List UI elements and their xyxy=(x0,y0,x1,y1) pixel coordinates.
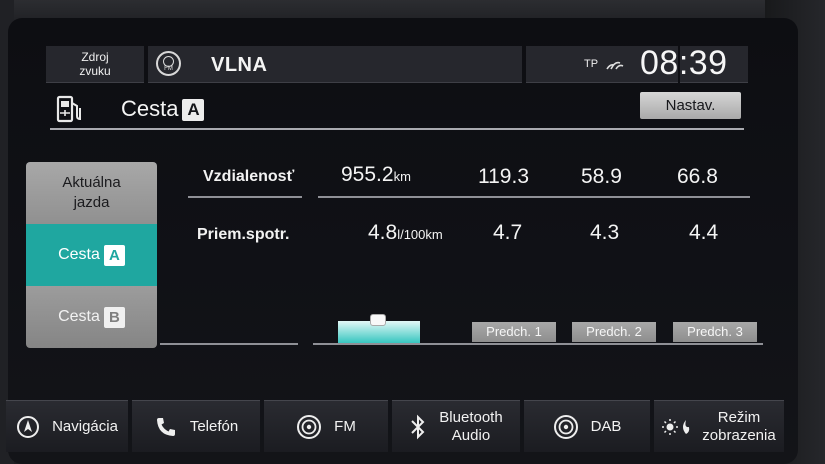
nav-label-bluetooth-audio: Bluetooth Audio xyxy=(439,409,502,445)
dab-radio-icon xyxy=(553,414,579,440)
signal-waves-icon xyxy=(606,61,624,70)
consumption-prev-1: 4.7 xyxy=(493,221,523,244)
phone-icon xyxy=(154,415,178,439)
tab-trip-a-letter: A xyxy=(103,244,125,266)
nav-label-navigation: Navigácia xyxy=(52,417,118,435)
settings-button[interactable]: Nastav. xyxy=(640,92,741,119)
tab-current-drive[interactable]: Aktuálna jazda xyxy=(26,162,157,224)
distance-current-number: 955.2 xyxy=(341,163,394,186)
consumption-current-value: 4.8l/100km xyxy=(368,221,443,245)
nav-label-display-line1: Režim xyxy=(717,408,761,426)
consumption-prev-2: 4.3 xyxy=(590,221,620,244)
consumption-current-number: 4.8 xyxy=(368,221,398,244)
fm-radio-icon xyxy=(296,414,322,440)
tab-trip-b-letter: B xyxy=(103,306,125,328)
distance-current-value: 955.2km xyxy=(341,163,411,187)
history-button-2[interactable]: Predch. 2 xyxy=(572,322,656,342)
audio-source-label-line2: zvuku xyxy=(79,64,111,78)
distance-values-rule xyxy=(318,196,750,198)
distance-unit: km xyxy=(393,169,411,184)
distance-label-rule xyxy=(188,196,302,198)
nav-label-fm: FM xyxy=(334,417,356,435)
tab-trip-a[interactable]: Cesta A xyxy=(26,224,157,286)
page-title-text: Cesta xyxy=(121,96,179,121)
page-title: Cesta A xyxy=(121,96,205,122)
navigation-icon xyxy=(16,415,40,439)
header-divider xyxy=(50,128,744,130)
history-button-1[interactable]: Predch. 1 xyxy=(472,322,556,342)
distance-label: Vzdialenosť xyxy=(203,168,295,185)
current-trip-marker xyxy=(370,314,386,326)
nav-label-phone: Telefón xyxy=(189,417,239,435)
tab-current-drive-label-line2: jazda xyxy=(73,194,110,211)
tab-trip-b[interactable]: Cesta B xyxy=(26,286,157,348)
station-name: VLNA xyxy=(211,54,268,76)
fm-radio-icon: FM xyxy=(156,51,181,76)
fm-icon-label: FM xyxy=(164,66,173,72)
fuel-pump-icon xyxy=(56,95,81,123)
tab-trip-a-label: Cesta xyxy=(58,246,100,263)
nav-button-phone[interactable]: Telefón xyxy=(132,400,260,452)
distance-prev-2: 58.9 xyxy=(581,165,622,188)
bluetooth-icon xyxy=(409,414,427,440)
trip-letter-badge: A xyxy=(182,99,205,121)
distance-prev-3: 66.8 xyxy=(677,165,718,188)
nav-label-display-mode: Režim zobrazenia xyxy=(702,409,775,445)
bar-baseline-left xyxy=(160,343,298,345)
audio-source-button[interactable]: Zdroj zvuku xyxy=(46,46,144,83)
consumption-label: Priem.spotr. xyxy=(197,226,290,243)
nav-label-display-line2: zobrazenia xyxy=(702,426,776,444)
nav-button-display-mode[interactable]: Režim zobrazenia xyxy=(654,400,784,452)
clock: 08:39 xyxy=(640,44,728,82)
nav-button-navigation[interactable]: Navigácia xyxy=(6,400,128,452)
audio-source-label-line1: Zdroj xyxy=(81,50,109,64)
traffic-program-indicator: TP xyxy=(584,58,599,70)
nav-label-bluetooth-line2: Audio xyxy=(451,426,491,444)
distance-prev-1: 119.3 xyxy=(478,165,529,188)
nav-button-dab[interactable]: DAB xyxy=(524,400,650,452)
tab-current-drive-label-line1: Aktuálna xyxy=(62,174,121,191)
history-button-3[interactable]: Predch. 3 xyxy=(673,322,757,342)
consumption-prev-3: 4.4 xyxy=(689,221,719,244)
nav-label-bluetooth-line1: Bluetooth xyxy=(439,408,503,426)
nav-button-fm[interactable]: FM xyxy=(264,400,388,452)
consumption-unit: l/100km xyxy=(397,227,443,242)
nav-button-bluetooth-audio[interactable]: Bluetooth Audio xyxy=(392,400,520,452)
tab-trip-b-label: Cesta xyxy=(58,308,100,325)
display-mode-icon xyxy=(662,417,690,437)
station-bar[interactable] xyxy=(148,46,522,83)
bottom-nav-bar: Navigácia Telefón FM Bluetooth Audio DAB xyxy=(6,396,788,454)
bar-baseline xyxy=(313,343,763,345)
nav-label-dab: DAB xyxy=(590,417,622,435)
